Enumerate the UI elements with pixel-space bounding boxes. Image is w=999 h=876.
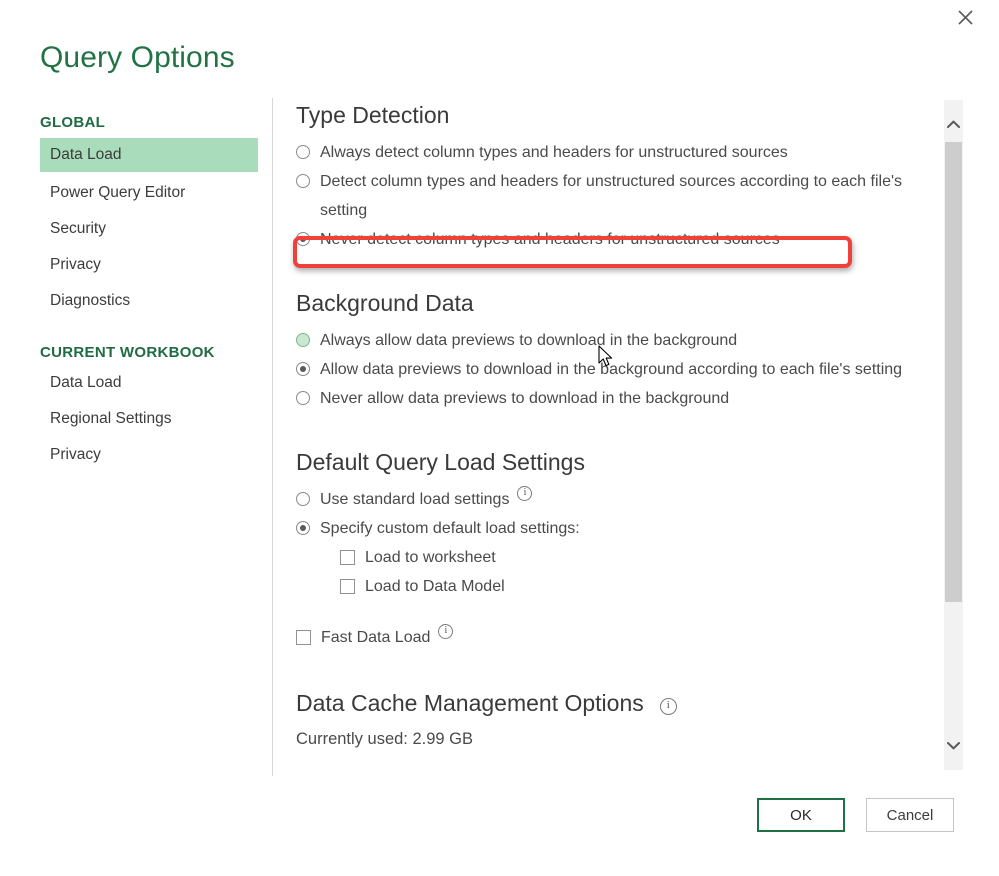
sidebar-group-title-global: GLOBAL	[40, 114, 106, 131]
sidebar-item-global-data-load[interactable]: Data Load	[40, 138, 258, 172]
radio-indicator	[296, 333, 310, 347]
sidebar-item-global-security[interactable]: Security	[40, 214, 260, 244]
sidebar-item-global-privacy[interactable]: Privacy	[40, 250, 260, 280]
radio-never-detect-column-types[interactable]: Never detect column types and headers fo…	[296, 225, 930, 254]
radio-label: Never allow data previews to download in…	[320, 390, 730, 407]
sidebar-item-global-power-query-editor[interactable]: Power Query Editor	[40, 178, 260, 208]
chevron-up-icon	[947, 116, 960, 134]
radio-indicator	[296, 362, 310, 376]
options-content: Type Detection Always detect column type…	[296, 100, 930, 752]
scroll-down-button[interactable]	[944, 735, 963, 756]
vertical-scrollbar[interactable]	[944, 100, 963, 770]
radio-label: Specify custom default load settings:	[320, 520, 580, 537]
section-heading-background-data-label: Background Data	[296, 290, 474, 316]
radio-specify-custom-default-load-settings[interactable]: Specify custom default load settings:	[296, 514, 930, 543]
sidebar-item-workbook-data-load[interactable]: Data Load	[40, 368, 260, 398]
radio-indicator	[296, 232, 310, 246]
cancel-button[interactable]: Cancel	[866, 798, 954, 832]
section-heading-type-detection: Type Detection	[296, 100, 930, 130]
close-window-button[interactable]	[940, 0, 990, 34]
checkbox-indicator	[340, 579, 355, 594]
radio-indicator	[296, 174, 310, 188]
radio-label: Always detect column types and headers f…	[320, 144, 788, 161]
page-title: Query Options	[40, 41, 235, 74]
radio-indicator	[296, 391, 310, 405]
checkbox-label: Load to Data Model	[365, 578, 505, 595]
radio-label: Always allow data previews to download i…	[320, 332, 738, 349]
vertical-divider	[272, 98, 273, 776]
radio-allow-data-previews-per-file[interactable]: Allow data previews to download in the b…	[296, 355, 930, 384]
radio-label: Use standard load settings	[320, 491, 510, 508]
checkbox-fast-data-load[interactable]: Fast Data Load i	[296, 623, 930, 652]
checkbox-label: Fast Data Load	[321, 629, 431, 646]
radio-label: Allow data previews to download in the b…	[320, 361, 903, 378]
sidebar-item-workbook-privacy[interactable]: Privacy	[40, 440, 260, 470]
checkbox-load-to-data-model[interactable]: Load to Data Model	[296, 572, 930, 601]
radio-indicator	[296, 521, 310, 535]
close-icon	[957, 9, 974, 26]
options-scroll-viewport: Type Detection Always detect column type…	[296, 100, 930, 770]
sidebar: GLOBAL Data Load Power Query Editor Secu…	[40, 112, 260, 476]
info-icon[interactable]: i	[659, 697, 677, 715]
checkbox-load-to-worksheet[interactable]: Load to worksheet	[296, 543, 930, 572]
dialog-footer: OK Cancel	[0, 798, 999, 838]
radio-label: Never detect column types and headers fo…	[320, 231, 780, 248]
radio-use-standard-load-settings[interactable]: Use standard load settings i	[296, 485, 930, 514]
section-heading-background-data: Background Data	[296, 288, 930, 318]
section-heading-data-cache-management-label: Data Cache Management Options	[296, 690, 644, 716]
radio-indicator	[296, 492, 310, 506]
radio-label: Detect column types and headers for unst…	[320, 173, 903, 219]
section-heading-type-detection-label: Type Detection	[296, 102, 450, 128]
checkbox-indicator	[340, 550, 355, 565]
sidebar-item-global-diagnostics[interactable]: Diagnostics	[40, 286, 260, 316]
data-cache-currently-used: Currently used: 2.99 GB	[296, 730, 474, 748]
radio-always-allow-data-previews[interactable]: Always allow data previews to download i…	[296, 326, 930, 355]
scroll-up-button[interactable]	[944, 114, 963, 135]
info-icon[interactable]: i	[517, 486, 533, 501]
info-icon[interactable]: i	[438, 624, 454, 639]
ok-button[interactable]: OK	[757, 798, 845, 832]
checkbox-label: Load to worksheet	[365, 549, 496, 566]
chevron-down-icon	[947, 737, 960, 755]
sidebar-group-title-current-workbook: CURRENT WORKBOOK	[40, 344, 215, 361]
checkbox-indicator	[296, 630, 311, 645]
scrollbar-thumb[interactable]	[945, 142, 962, 602]
section-heading-default-query-load-settings-label: Default Query Load Settings	[296, 449, 585, 475]
sidebar-item-workbook-regional-settings[interactable]: Regional Settings	[40, 404, 260, 434]
section-heading-default-query-load-settings: Default Query Load Settings	[296, 447, 930, 477]
radio-never-allow-data-previews[interactable]: Never allow data previews to download in…	[296, 384, 930, 413]
section-heading-data-cache-management: Data Cache Management Options i	[296, 688, 930, 718]
radio-detect-column-types-per-file[interactable]: Detect column types and headers for unst…	[296, 167, 930, 225]
radio-always-detect-column-types[interactable]: Always detect column types and headers f…	[296, 138, 930, 167]
radio-indicator	[296, 145, 310, 159]
